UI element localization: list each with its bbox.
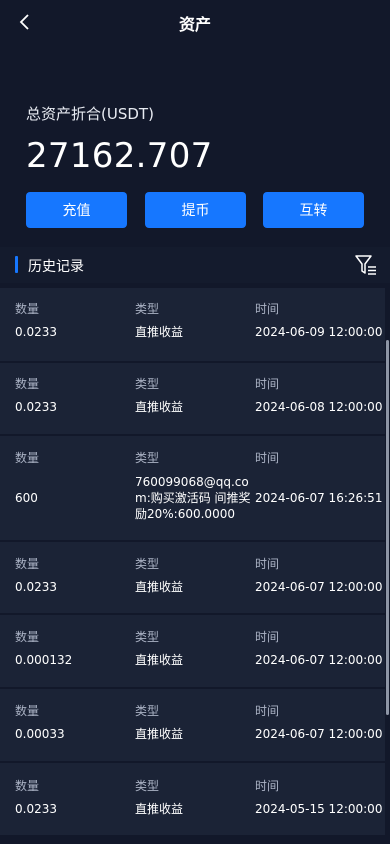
type-value: 直推收益 (135, 580, 184, 594)
amount-label: 数量 (15, 557, 40, 571)
amount-value: 0.0233 (15, 580, 57, 594)
history-header: 历史记录 (0, 247, 390, 283)
time-value: 2024-06-08 12:00:00 (255, 400, 383, 414)
back-button[interactable] (12, 10, 36, 34)
amount-label: 数量 (15, 377, 40, 391)
total-assets-value: 27162.707 (26, 136, 213, 176)
type-value: 直推收益 (135, 400, 184, 414)
type-label: 类型 (135, 451, 160, 465)
time-value: 2024-06-07 16:26:51 (255, 491, 383, 505)
amount-label: 数量 (15, 630, 40, 644)
type-value: 直推收益 (135, 325, 184, 339)
time-value: 2024-06-09 12:00:00 (255, 325, 383, 339)
time-value: 2024-05-15 12:00:00 (255, 802, 383, 816)
type-label: 类型 (135, 557, 160, 571)
amount-label: 数量 (15, 704, 40, 718)
list-item: 数量 类型 时间 0.0233 直推收益 2024-05-15 12:00:00 (0, 763, 385, 835)
section-accent-bar (15, 256, 18, 273)
amount-value: 600 (15, 491, 38, 505)
amount-value: 0.000132 (15, 653, 73, 667)
scrollbar[interactable] (386, 340, 389, 715)
type-label: 类型 (135, 377, 160, 391)
filter-button[interactable] (354, 253, 378, 277)
time-label: 时间 (255, 779, 280, 793)
type-value: 直推收益 (135, 802, 184, 816)
time-label: 时间 (255, 557, 280, 571)
transfer-button[interactable]: 互转 (263, 192, 364, 228)
amount-label: 数量 (15, 779, 40, 793)
type-value: 760099068@qq.com:购买激活码 间推奖励20%:600.0000 (135, 475, 251, 521)
time-label: 时间 (255, 630, 280, 644)
time-label: 时间 (255, 302, 280, 316)
deposit-button[interactable]: 充值 (26, 192, 127, 228)
history-list[interactable]: 数量 类型 时间 0.0233 直推收益 2024-06-09 12:00:00… (0, 288, 390, 844)
list-item: 数量 类型 时间 0.00033 直推收益 2024-06-07 12:00:0… (0, 689, 385, 761)
type-label: 类型 (135, 704, 160, 718)
type-label: 类型 (135, 302, 160, 316)
amount-value: 0.0233 (15, 325, 57, 339)
time-value: 2024-06-07 12:00:00 (255, 580, 383, 594)
amount-value: 0.0233 (15, 400, 57, 414)
time-label: 时间 (255, 377, 280, 391)
type-value: 直推收益 (135, 727, 184, 741)
amount-value: 0.00033 (15, 727, 65, 741)
page-title: 资产 (178, 15, 211, 34)
list-item: 数量 类型 时间 0.000132 直推收益 2024-06-07 12:00:… (0, 615, 385, 687)
type-value: 直推收益 (135, 653, 184, 667)
list-item: 数量 类型 时间 600 760099068@qq.com:购买激活码 间推奖励… (0, 436, 385, 540)
type-label: 类型 (135, 630, 160, 644)
history-title: 历史记录 (28, 259, 84, 275)
time-label: 时间 (255, 451, 280, 465)
amount-value: 0.0233 (15, 802, 57, 816)
list-item: 数量 类型 时间 0.0233 直推收益 2024-06-09 12:00:00 (0, 288, 385, 361)
list-item: 数量 类型 时间 0.0233 直推收益 2024-06-07 12:00:00 (0, 542, 385, 613)
list-item: 数量 类型 时间 0.0233 直推收益 2024-06-08 12:00:00 (0, 363, 385, 434)
top-bar: 资产 (0, 0, 390, 46)
time-value: 2024-06-07 12:00:00 (255, 727, 383, 741)
withdraw-button[interactable]: 提币 (145, 192, 246, 228)
chevron-left-icon (19, 14, 29, 30)
total-assets-label: 总资产折合(USDT) (26, 105, 154, 123)
type-label: 类型 (135, 779, 160, 793)
amount-label: 数量 (15, 451, 40, 465)
time-label: 时间 (255, 704, 280, 718)
amount-label: 数量 (15, 302, 40, 316)
filter-icon (355, 255, 376, 275)
time-value: 2024-06-07 12:00:00 (255, 653, 383, 667)
